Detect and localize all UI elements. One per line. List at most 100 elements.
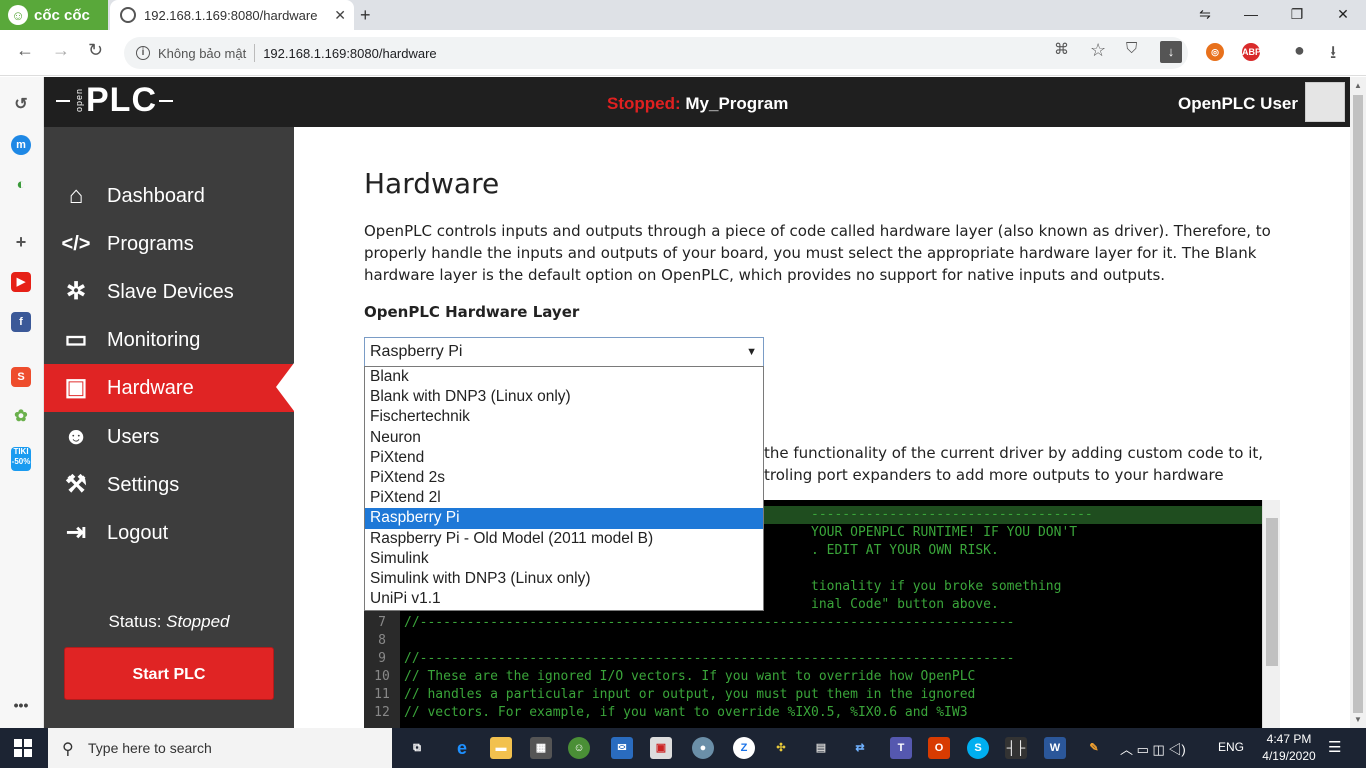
openplc-editor-icon[interactable]: ┤├	[1005, 737, 1027, 759]
youtube-icon[interactable]: ▶	[11, 272, 31, 292]
shield-icon[interactable]: ⛉	[1126, 40, 1137, 57]
clock-date: 4/19/2020	[1262, 749, 1316, 763]
scroll-down-icon[interactable]: ▼	[1354, 715, 1362, 724]
app-icon[interactable]: ▣	[650, 737, 672, 759]
url-text[interactable]: 192.168.1.169:8080/hardware	[263, 46, 436, 61]
dropdown-option[interactable]: Simulink with DNP3 (Linux only)	[365, 569, 763, 589]
dropdown-option[interactable]: Blank with DNP3 (Linux only)	[365, 387, 763, 407]
store-icon[interactable]: ▦	[530, 737, 552, 759]
minimize-button[interactable]: —	[1228, 0, 1274, 30]
remote-icon[interactable]: ⇄	[849, 737, 871, 759]
selected-value: Raspberry Pi	[370, 343, 463, 360]
sidebar-item-dashboard[interactable]: ⌂ Dashboard	[44, 172, 294, 220]
close-tab-icon[interactable]: ✕	[334, 7, 346, 24]
code-line: 12// vectors. For example, if you want t…	[374, 705, 968, 720]
globe-app-icon[interactable]: ●	[692, 737, 714, 759]
translate-icon[interactable]: ⌘	[1054, 40, 1069, 58]
notification-icon[interactable]: ☰	[1328, 738, 1341, 756]
dropdown-option[interactable]: PiXtend 2s	[365, 468, 763, 488]
downloads-icon[interactable]: ⭳	[1330, 40, 1336, 70]
teams-icon[interactable]: T	[890, 737, 912, 759]
tool-icon[interactable]: ✣	[770, 737, 792, 759]
bookmark-star-icon[interactable]: ☆	[1090, 40, 1106, 61]
download-icon[interactable]: ↓	[1160, 41, 1182, 63]
sidebar-item-label: Dashboard	[107, 184, 205, 207]
tray-icons[interactable]: ︿ ▭ ◫ ◁)	[1120, 739, 1186, 758]
shopee-icon[interactable]: S	[11, 367, 31, 387]
dropdown-option[interactable]: Simulink	[365, 549, 763, 569]
facebook-icon[interactable]: f	[11, 312, 31, 332]
new-tab-button[interactable]: +	[360, 5, 371, 26]
avatar[interactable]	[1305, 82, 1345, 122]
add-icon[interactable]: +	[11, 232, 31, 252]
office-icon[interactable]: O	[928, 737, 950, 759]
sidebar-item-settings[interactable]: ⚒ Settings	[44, 461, 294, 509]
omnibox[interactable]: i Không bảo mật 192.168.1.169:8080/hardw…	[124, 37, 1188, 69]
dropdown-option[interactable]: PiXtend	[365, 448, 763, 468]
extension-icon[interactable]: ◎	[1206, 43, 1224, 61]
browser-tab[interactable]: 192.168.1.169:8080/hardware ✕	[110, 0, 354, 30]
leaf-icon[interactable]: ✿	[11, 407, 31, 427]
edge-icon[interactable]: e	[451, 737, 473, 759]
profile-icon[interactable]: ●	[1294, 40, 1305, 61]
hardware-layer-select[interactable]: Raspberry Pi ▼	[364, 337, 764, 367]
language-indicator[interactable]: ENG	[1218, 740, 1244, 754]
adblock-icon[interactable]: ABP	[1242, 43, 1261, 61]
task-view-icon[interactable]: ⧉	[406, 737, 428, 759]
reload-icon[interactable]: ↻	[88, 40, 103, 61]
browser-brand[interactable]: ☺ cốc cốc	[0, 0, 108, 30]
dropdown-option[interactable]: Fischertechnik	[365, 407, 763, 427]
sidebar-item-slave-devices[interactable]: ✲ Slave Devices	[44, 268, 294, 316]
dropdown-option[interactable]: UniPi v1.1	[365, 589, 763, 609]
dropdown-option[interactable]: Neuron	[365, 428, 763, 448]
taskbar-search[interactable]: ⚲ Type here to search	[48, 728, 392, 768]
openplc-logo[interactable]: open PLC	[54, 81, 175, 120]
gamepad-icon[interactable]: ◐	[11, 175, 31, 195]
skype-icon[interactable]: S	[967, 737, 989, 759]
back-arrow-icon[interactable]: ←	[16, 40, 34, 61]
tiki-icon[interactable]: TIKI -50%	[11, 447, 31, 471]
close-window-button[interactable]: ✕	[1320, 0, 1366, 30]
sidebar-item-label: Programs	[107, 232, 194, 255]
sidebar-item-logout[interactable]: ⇥ Logout	[44, 509, 294, 557]
program-status: Stopped: My_Program	[607, 94, 788, 114]
start-plc-button[interactable]: Start PLC	[64, 647, 274, 700]
forward-arrow-icon[interactable]: →	[52, 40, 70, 61]
network-app-icon[interactable]: ▤	[810, 737, 832, 759]
page-scrollbar[interactable]: ▲ ▼	[1350, 77, 1366, 728]
scrollbar-thumb[interactable]	[1353, 95, 1363, 713]
word-icon[interactable]: W	[1044, 737, 1066, 759]
dropdown-option-selected[interactable]: Raspberry Pi	[365, 508, 763, 529]
file-explorer-icon[interactable]: ▬	[490, 737, 512, 759]
history-icon[interactable]: ↺	[11, 95, 31, 115]
search-icon: ⚲	[62, 741, 74, 758]
messenger-icon[interactable]: m	[11, 135, 31, 155]
dropdown-caret-icon: ▼	[746, 346, 757, 358]
tab-search-icon[interactable]: ⇋	[1182, 0, 1228, 30]
zalo-icon[interactable]: Z	[733, 737, 755, 759]
paint-icon[interactable]: ✎	[1083, 737, 1105, 759]
coccoc-icon[interactable]: ☺	[568, 737, 590, 759]
dropdown-option[interactable]: PiXtend 2l	[365, 488, 763, 508]
sidebar-item-monitoring[interactable]: ▭ Monitoring	[44, 316, 294, 364]
dropdown-option[interactable]: Raspberry Pi - Old Model (2011 model B)	[365, 529, 763, 549]
scrollbar-thumb[interactable]	[1266, 518, 1278, 666]
info-icon[interactable]: i	[136, 46, 150, 60]
sidebar-item-label: Slave Devices	[107, 280, 234, 303]
mail-icon[interactable]: ✉	[611, 737, 633, 759]
scroll-up-icon[interactable]: ▲	[1354, 81, 1362, 90]
clock-time: 4:47 PM	[1266, 732, 1312, 746]
sidebar-item-programs[interactable]: </> Programs	[44, 220, 294, 268]
dropdown-option[interactable]: Blank	[365, 367, 763, 387]
user-name[interactable]: OpenPLC User	[1178, 94, 1298, 114]
wrench-icon: ⚒	[65, 471, 87, 498]
sidebar-item-users[interactable]: ☻ Users	[44, 413, 294, 461]
restore-button[interactable]: ❐	[1274, 0, 1320, 30]
windows-start-icon[interactable]	[14, 739, 32, 757]
more-icon[interactable]: •••	[11, 695, 31, 715]
code-scrollbar[interactable]	[1262, 500, 1280, 728]
sidebar-item-label: Monitoring	[107, 328, 201, 351]
clock[interactable]: 4:47 PM 4/19/2020	[1254, 731, 1324, 765]
sidebar-item-hardware[interactable]: ▣ Hardware	[44, 364, 294, 412]
program-name: My_Program	[685, 94, 789, 113]
